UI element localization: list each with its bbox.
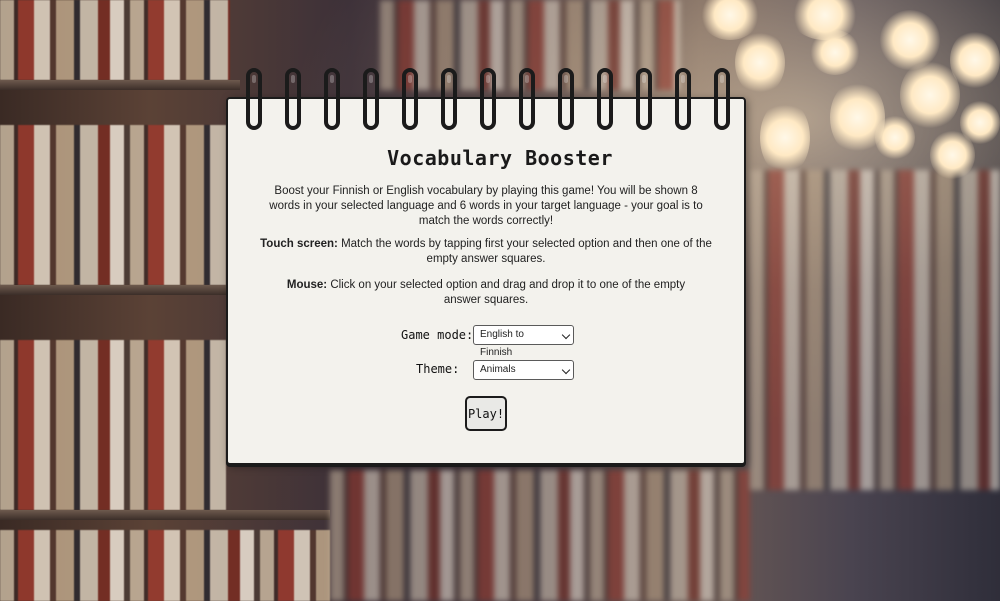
intro-text: Boost your Finnish or English vocabulary… xyxy=(269,185,703,227)
spiral-ring-icon xyxy=(246,68,262,130)
theme-value: Animals xyxy=(480,364,516,375)
mouse-label: Mouse: xyxy=(286,279,328,291)
game-mode-label: Game mode: xyxy=(401,328,474,342)
bookshelf-row xyxy=(0,530,330,601)
spiral-ring-icon xyxy=(636,68,652,130)
spiral-ring-icon xyxy=(558,68,574,130)
spiral-ring-icon xyxy=(714,68,730,130)
bookshelf-row xyxy=(330,470,750,601)
spiral-ring-icon xyxy=(324,68,340,130)
spiral-ring-icon xyxy=(285,68,301,130)
chevron-down-icon xyxy=(561,365,571,375)
spiral-ring-icon xyxy=(597,68,613,130)
touch-instructions: Touch screen: Match the words by tapping… xyxy=(258,237,714,267)
light-bulb xyxy=(810,30,860,75)
spiral-ring-icon xyxy=(480,68,496,130)
theme-label: Theme: xyxy=(416,362,460,376)
theme-select[interactable]: Animals xyxy=(473,360,574,380)
spiral-ring-icon xyxy=(363,68,379,130)
spiral-ring-icon xyxy=(441,68,457,130)
light-bulb xyxy=(735,30,785,95)
spiral-ring-icon xyxy=(675,68,691,130)
touch-text: Match the words by tapping first your se… xyxy=(341,238,712,265)
page-title: Vocabulary Booster xyxy=(387,146,613,170)
spiral-ring-icon xyxy=(402,68,418,130)
shelf-board xyxy=(0,80,240,90)
bookshelf-row xyxy=(0,340,226,510)
touch-label: Touch screen: xyxy=(260,238,338,250)
shelf-board xyxy=(0,285,240,295)
shelf-board xyxy=(0,510,330,520)
bookshelf-row xyxy=(0,0,230,80)
game-mode-select[interactable]: English to Finnish xyxy=(473,325,574,358)
spiral-ring-icon xyxy=(519,68,535,130)
light-bulb xyxy=(960,100,1000,145)
mouse-text: Click on your selected option and drag a… xyxy=(330,279,686,306)
chevron-down-icon xyxy=(561,330,571,340)
play-button[interactable]: Play! xyxy=(465,396,507,431)
mouse-instructions: Mouse: Click on your selected option and… xyxy=(272,278,700,308)
light-bulb xyxy=(950,30,1000,90)
bookshelf-row xyxy=(750,170,1000,490)
